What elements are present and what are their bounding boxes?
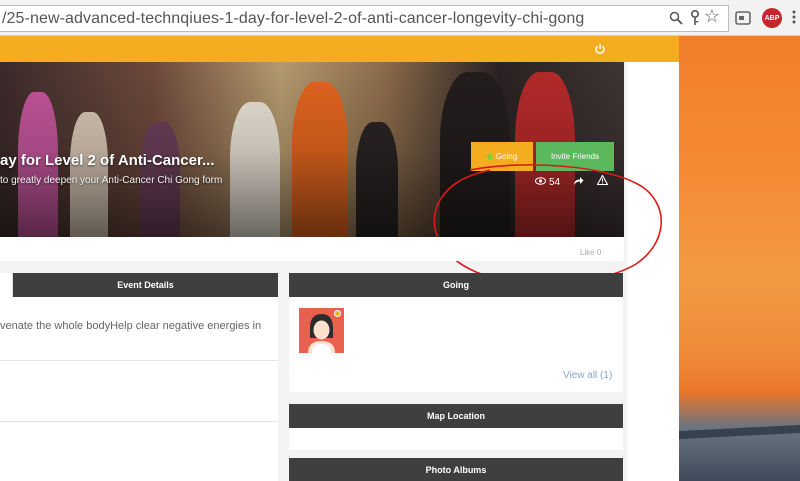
event-subtitle: to greatly deepen your Anti-Cancer Chi G… [0, 175, 223, 186]
key-icon[interactable] [686, 9, 704, 27]
cast-icon[interactable] [734, 9, 752, 27]
star-icon[interactable]: ☆ [703, 6, 721, 26]
zoom-icon[interactable] [667, 9, 685, 27]
like-bar [0, 237, 624, 261]
tab-event-details[interactable]: Event Details [13, 273, 278, 297]
map-location-header: Map Location [289, 404, 623, 428]
browser-toolbar: /25-new-advanced-technqiues-1-day-for-le… [0, 0, 800, 36]
view-all-attendees-link[interactable]: View all (1) [563, 370, 612, 381]
address-bar[interactable]: /25-new-advanced-technqiues-1-day-for-le… [0, 5, 729, 32]
event-description: venate the whole bodyHelp clear negative… [0, 320, 262, 332]
photo-albums-header: Photo Albums [289, 458, 623, 481]
power-icon[interactable] [593, 42, 607, 56]
going-button-label: Going [495, 152, 518, 161]
details-divider [0, 421, 278, 422]
menu-icon[interactable] [785, 8, 800, 26]
event-title: ay for Level 2 of Anti-Cancer... [0, 152, 215, 169]
like-button[interactable]: Like 0 [580, 248, 601, 257]
event-page: ay for Level 2 of Anti-Cancer... to grea… [0, 36, 679, 481]
adblock-icon[interactable]: ABP [762, 8, 782, 28]
tab-overview[interactable] [0, 273, 13, 297]
details-divider [0, 360, 278, 361]
desktop-wallpaper [679, 36, 800, 481]
going-status-dot [486, 153, 493, 160]
going-panel-header: Going [289, 273, 623, 297]
annotation-circle [433, 164, 663, 285]
avatar-online-badge [334, 310, 341, 317]
site-top-bar [0, 36, 679, 62]
url-text[interactable]: /25-new-advanced-technqiues-1-day-for-le… [2, 10, 584, 28]
map-location-panel [289, 428, 623, 450]
